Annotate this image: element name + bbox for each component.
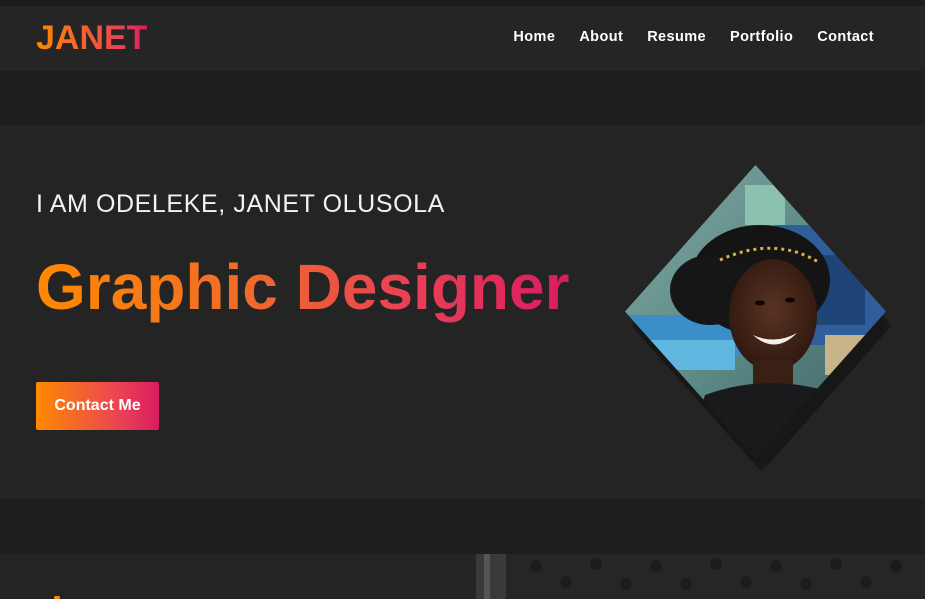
hero-intro: I AM ODELEKE, JANET OLUSOLA	[36, 190, 445, 218]
profile-photo	[625, 165, 886, 458]
about-panel	[0, 554, 476, 599]
main-nav: Home About Resume Portfolio Contact	[513, 29, 874, 45]
about-image-panel	[476, 554, 925, 599]
hero-role-title: Graphic Designer	[36, 251, 570, 323]
nav-about[interactable]: About	[579, 29, 623, 45]
section-spacer-2	[0, 499, 925, 554]
navbar: JANET Home About Resume Portfolio Contac…	[0, 6, 925, 71]
contact-me-button[interactable]: Contact Me	[36, 382, 159, 430]
profile-photo-illustration	[625, 165, 886, 458]
nav-home[interactable]: Home	[513, 29, 555, 45]
nav-contact[interactable]: Contact	[817, 29, 874, 45]
logo[interactable]: JANET	[36, 19, 147, 58]
section-spacer	[0, 71, 925, 125]
nav-resume[interactable]: Resume	[647, 29, 706, 45]
profile-photo-frame	[625, 165, 892, 472]
texture-image	[476, 554, 925, 599]
nav-portfolio[interactable]: Portfolio	[730, 29, 793, 45]
